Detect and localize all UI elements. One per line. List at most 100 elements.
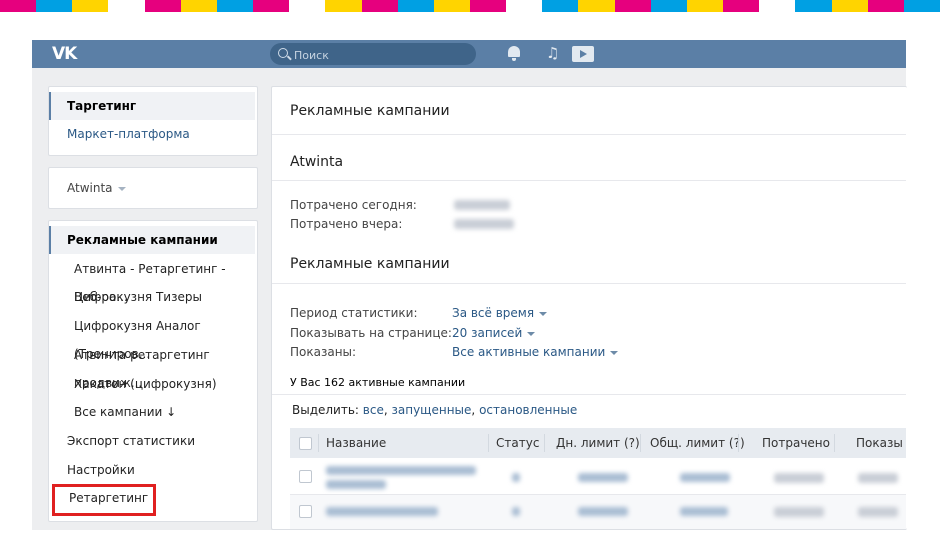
status-blurred[interactable] bbox=[512, 473, 520, 482]
row-checkbox[interactable] bbox=[299, 505, 312, 518]
search-icon bbox=[278, 48, 288, 58]
account-name: Atwinta bbox=[67, 181, 113, 195]
filter-shown-value: Все активные кампании bbox=[452, 345, 606, 359]
sidebar-item-export-stats[interactable]: Экспорт статистики bbox=[49, 427, 255, 455]
retargeting-highlight-box bbox=[52, 484, 156, 516]
daily-limit-blurred[interactable] bbox=[578, 507, 628, 516]
active-campaigns-count: У Вас 162 активные кампании bbox=[290, 376, 466, 389]
sidebar-campaign-item[interactable]: Атвинта ретаргетинг продвиж... bbox=[49, 341, 255, 390]
notifications-bell-icon[interactable] bbox=[508, 46, 520, 61]
sidebar-item-ad-campaigns[interactable]: Рекламные кампании bbox=[49, 226, 255, 254]
stripe-segment bbox=[867, 0, 905, 12]
column-separator bbox=[318, 434, 319, 452]
stripe-segment bbox=[325, 0, 363, 12]
divider bbox=[272, 180, 906, 181]
top-navigation-bar: VK ♫ bbox=[32, 40, 906, 68]
stripe-segment bbox=[433, 0, 471, 12]
search-input[interactable] bbox=[292, 46, 466, 64]
campaign-name-blurred[interactable] bbox=[326, 466, 476, 475]
stripe-segment bbox=[686, 0, 724, 12]
daily-limit-blurred[interactable] bbox=[578, 473, 628, 482]
filter-per-page-label: Показывать на странице: bbox=[290, 326, 452, 340]
search-box[interactable] bbox=[270, 43, 476, 65]
impressions-blurred bbox=[858, 507, 898, 517]
page-title: Рекламные кампании bbox=[290, 103, 450, 119]
spent-blurred bbox=[774, 473, 824, 483]
divider bbox=[272, 394, 906, 395]
column-header-impressions[interactable]: Показы bbox=[856, 428, 903, 458]
stripe-segment bbox=[506, 0, 544, 12]
stripe-segment bbox=[795, 0, 833, 12]
sidebar-campaign-item[interactable]: Цифрокузня Тизеры bbox=[49, 283, 255, 311]
column-separator bbox=[544, 434, 545, 452]
total-limit-blurred[interactable] bbox=[680, 473, 730, 482]
stripe-segment bbox=[361, 0, 399, 12]
select-all-checkbox[interactable] bbox=[299, 437, 312, 450]
campaign-name-blurred[interactable] bbox=[326, 480, 386, 489]
table-row[interactable] bbox=[290, 460, 906, 494]
select-running-link[interactable]: запущенные bbox=[392, 403, 472, 417]
filter-per-page-dropdown[interactable]: 20 записей bbox=[452, 326, 536, 340]
stripe-segment bbox=[289, 0, 327, 12]
sidebar-campaign-item[interactable]: Цифрокузня Аналог (Трениров... bbox=[49, 312, 255, 361]
video-play-icon[interactable] bbox=[572, 46, 594, 62]
campaigns-table-header: Название Статус Дн. лимит (?) Общ. лимит… bbox=[290, 428, 906, 458]
stripe-segment bbox=[831, 0, 869, 12]
spent-today-label: Потрачено сегодня: bbox=[290, 198, 417, 212]
stripe-segment bbox=[216, 0, 254, 12]
sidebar-top-menu: Таргетинг Маркет-платформа bbox=[48, 86, 258, 156]
stripe-segment bbox=[0, 0, 37, 12]
sidebar-campaigns-menu: Рекламные кампании Атвинта - Ретаргетинг… bbox=[48, 220, 258, 522]
filter-period-dropdown[interactable]: За всё время bbox=[452, 306, 548, 320]
sidebar-item-targeting[interactable]: Таргетинг bbox=[49, 92, 255, 120]
spent-today-value-blurred bbox=[454, 200, 510, 210]
stripe-segment bbox=[397, 0, 435, 12]
chevron-down-icon bbox=[527, 331, 536, 336]
stripe-segment bbox=[650, 0, 688, 12]
stripe-segment bbox=[542, 0, 580, 12]
column-separator bbox=[488, 434, 489, 452]
impressions-blurred bbox=[858, 473, 898, 483]
filter-per-page-value: 20 записей bbox=[452, 326, 523, 340]
select-label: Выделить: bbox=[292, 403, 359, 417]
campaigns-section-title: Рекламные кампании bbox=[290, 256, 450, 272]
filter-period-value: За всё время bbox=[452, 306, 535, 320]
music-note-icon[interactable]: ♫ bbox=[546, 44, 559, 62]
campaign-name-blurred[interactable] bbox=[326, 507, 438, 516]
status-blurred[interactable] bbox=[512, 507, 520, 516]
total-limit-blurred[interactable] bbox=[680, 507, 728, 516]
sidebar-campaign-item[interactable]: Хакатон (цифрокузня) bbox=[49, 370, 255, 398]
column-header-total-limit[interactable]: Общ. лимит (?) bbox=[650, 428, 745, 458]
sidebar-campaign-item[interactable]: Атвинта - Ретаргетинг - Веб-ра... bbox=[49, 255, 255, 304]
stripe-segment bbox=[108, 0, 146, 12]
table-row[interactable] bbox=[290, 495, 906, 529]
column-header-spent[interactable]: Потрачено bbox=[762, 428, 830, 458]
sidebar-item-market-platform[interactable]: Маркет-платформа bbox=[49, 120, 255, 148]
stripe-segment bbox=[36, 0, 74, 12]
spent-yesterday-value-blurred bbox=[454, 219, 514, 229]
sidebar-all-campaigns-link[interactable]: Все кампании ↓ bbox=[49, 398, 255, 426]
sidebar-item-settings[interactable]: Настройки bbox=[49, 456, 255, 484]
column-separator bbox=[738, 434, 739, 452]
chevron-down-icon bbox=[117, 186, 126, 191]
divider bbox=[272, 283, 906, 284]
column-header-status[interactable]: Статус bbox=[496, 428, 539, 458]
column-header-daily-limit[interactable]: Дн. лимит (?) bbox=[556, 428, 640, 458]
select-all-link[interactable]: все bbox=[363, 403, 384, 417]
row-checkbox[interactable] bbox=[299, 470, 312, 483]
stripe-segment bbox=[578, 0, 616, 12]
filter-shown-label: Показаны: bbox=[290, 345, 357, 359]
filter-shown-dropdown[interactable]: Все активные кампании bbox=[452, 345, 619, 359]
stripe-segment bbox=[253, 0, 291, 12]
stripe-segment bbox=[72, 0, 110, 12]
account-title: Atwinta bbox=[290, 154, 344, 170]
select-stopped-link[interactable]: остановленные bbox=[479, 403, 577, 417]
divider bbox=[272, 134, 906, 135]
stripe-segment bbox=[470, 0, 507, 12]
column-header-name[interactable]: Название bbox=[326, 428, 386, 458]
account-selector[interactable]: Atwinta bbox=[49, 174, 255, 202]
vk-logo[interactable]: VK bbox=[52, 44, 77, 64]
column-separator bbox=[834, 434, 835, 452]
stripe-segment bbox=[723, 0, 761, 12]
chevron-down-icon bbox=[610, 350, 619, 355]
